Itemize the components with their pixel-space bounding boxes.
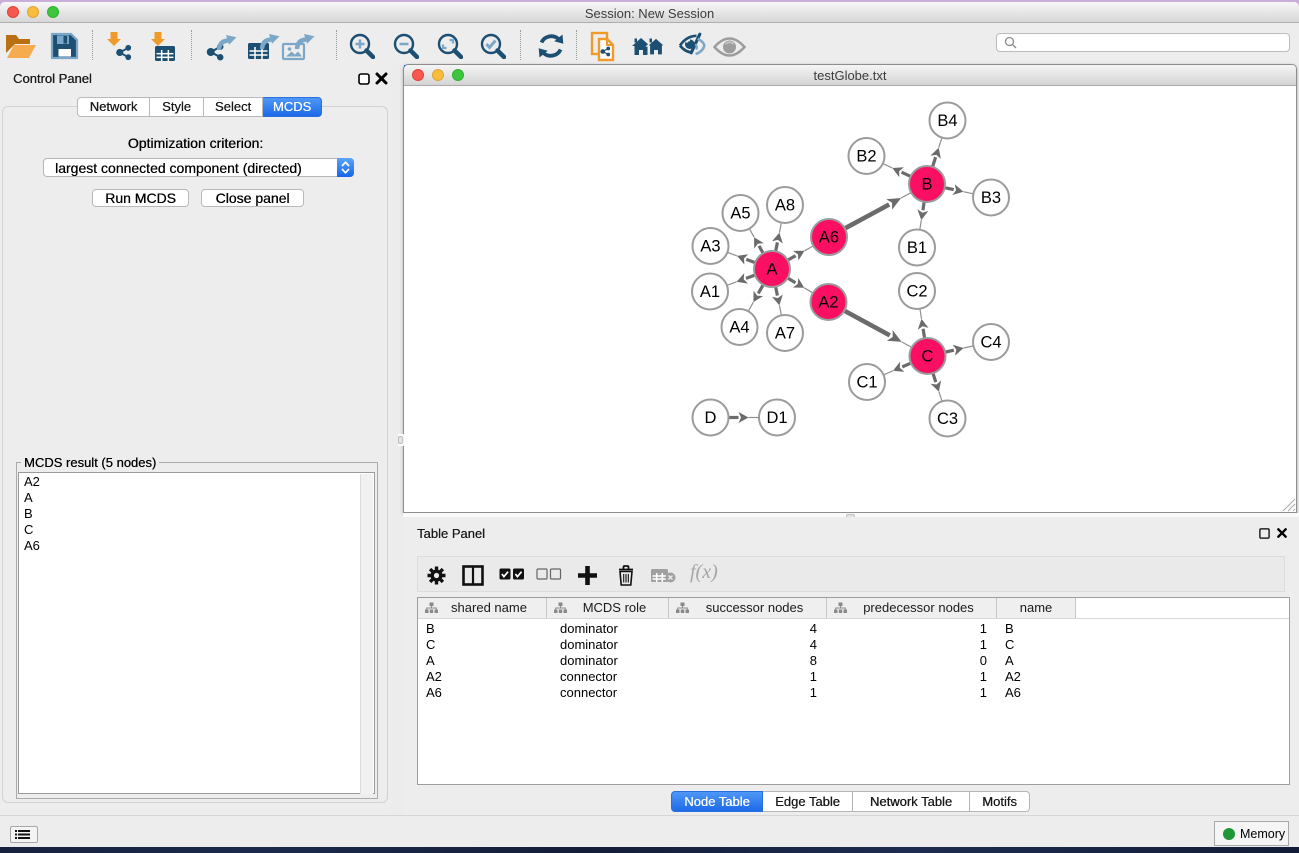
svg-text:C4: C4	[980, 333, 1001, 351]
svg-text:C1: C1	[856, 373, 877, 391]
svg-text:B2: B2	[856, 147, 876, 165]
svg-text:A4: A4	[729, 318, 749, 336]
svg-text:A8: A8	[775, 196, 795, 214]
svg-text:B: B	[921, 175, 932, 193]
svg-text:B4: B4	[937, 112, 957, 130]
svg-text:A3: A3	[700, 237, 720, 255]
svg-text:C3: C3	[937, 410, 958, 428]
svg-text:A2: A2	[818, 293, 838, 311]
svg-text:B1: B1	[907, 239, 927, 257]
svg-text:A5: A5	[730, 204, 750, 222]
svg-text:C: C	[922, 347, 934, 365]
svg-text:D1: D1	[766, 409, 787, 427]
svg-text:D: D	[705, 409, 717, 427]
svg-text:A: A	[766, 260, 777, 278]
svg-text:B3: B3	[981, 189, 1001, 207]
svg-text:C2: C2	[906, 282, 927, 300]
svg-text:A7: A7	[775, 324, 795, 342]
svg-text:A1: A1	[700, 283, 720, 301]
svg-text:A6: A6	[819, 228, 839, 246]
